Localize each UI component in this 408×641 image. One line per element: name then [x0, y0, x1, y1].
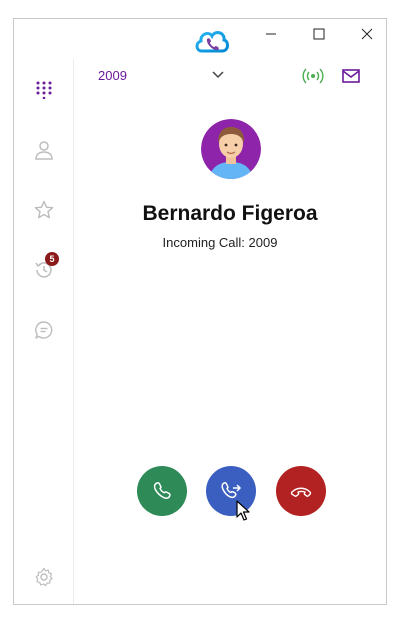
- connection-status-icon: [302, 68, 324, 84]
- caller-avatar: [201, 119, 261, 179]
- sidebar-item-chat[interactable]: [31, 317, 57, 343]
- extension-label: 2009: [98, 68, 127, 83]
- title-bar: [14, 19, 386, 53]
- sidebar-item-dialpad[interactable]: [31, 77, 57, 103]
- close-icon: [361, 28, 373, 40]
- settings-icon: [35, 567, 53, 587]
- transfer-call-icon: [221, 482, 242, 499]
- app-logo-icon: [195, 31, 229, 53]
- decline-button[interactable]: [276, 466, 326, 516]
- recents-badge: 5: [45, 252, 59, 266]
- mouse-cursor-icon: [236, 500, 250, 521]
- chat-icon: [35, 321, 53, 339]
- maximize-button[interactable]: [304, 22, 334, 46]
- chevron-down-icon[interactable]: [211, 68, 225, 82]
- maximize-icon: [313, 28, 325, 40]
- person-avatar-icon: [201, 119, 261, 179]
- mail-icon[interactable]: [342, 68, 360, 84]
- close-button[interactable]: [352, 22, 382, 46]
- contacts-icon: [35, 141, 53, 160]
- favorites-icon: [34, 200, 54, 219]
- answer-button[interactable]: [137, 466, 187, 516]
- call-status: Incoming Call: 2009: [162, 235, 278, 250]
- dialpad-icon: [36, 81, 52, 99]
- sidebar-item-favorites[interactable]: [31, 197, 57, 223]
- sidebar-item-settings[interactable]: [31, 564, 57, 590]
- sidebar: [14, 59, 74, 604]
- decline-phone-icon: [290, 487, 312, 497]
- minimize-icon: [266, 33, 276, 35]
- app-window: 5 2009 Bernardo Figeroa Incoming Call: 2…: [13, 18, 387, 605]
- sidebar-item-contacts[interactable]: [31, 137, 57, 163]
- caller-name: Bernardo Figeroa: [142, 202, 318, 225]
- minimize-button[interactable]: [256, 22, 286, 46]
- answer-phone-icon: [153, 482, 171, 499]
